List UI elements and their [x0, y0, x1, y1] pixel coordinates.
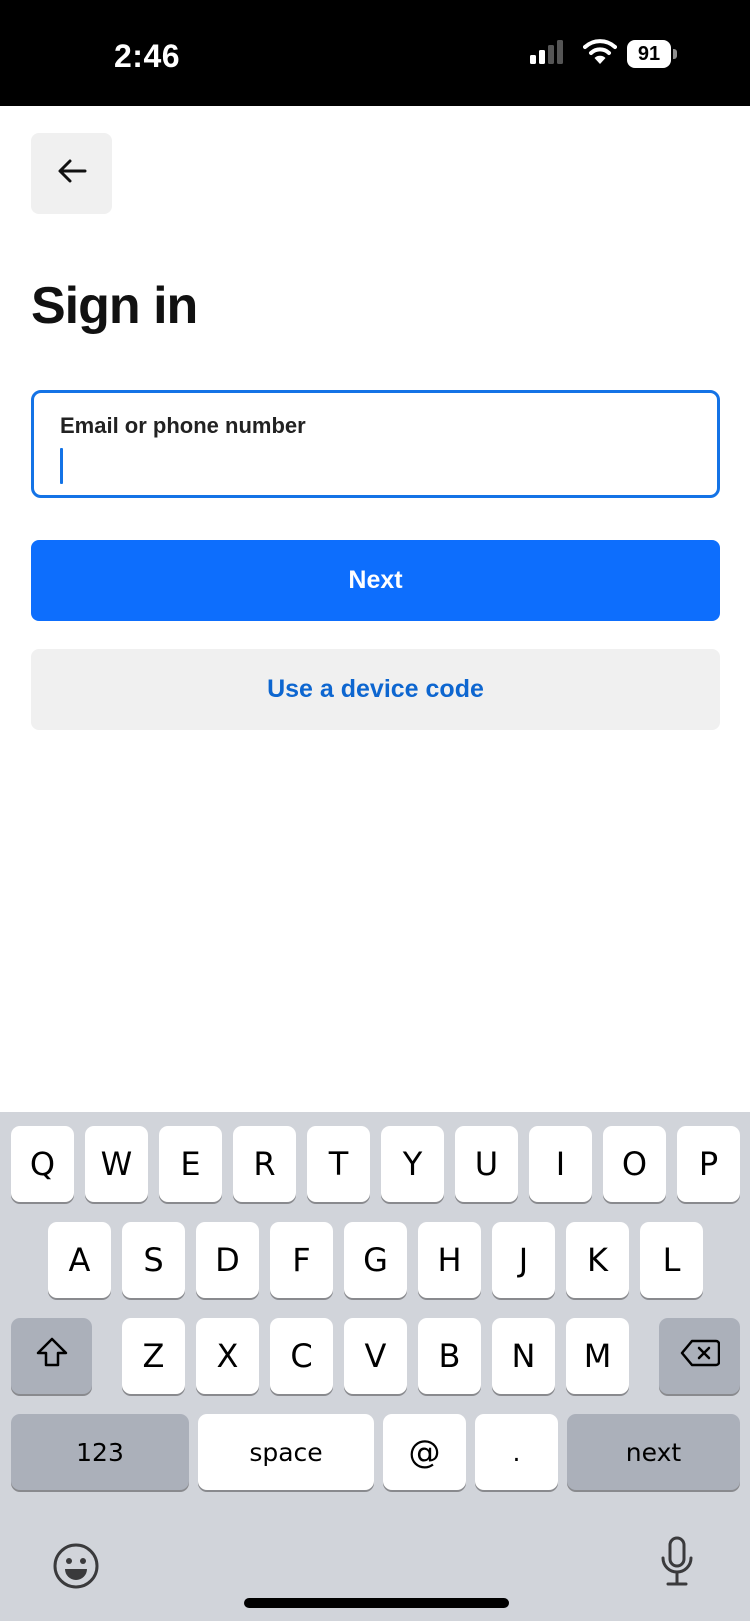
shift-icon — [36, 1337, 68, 1375]
key-e[interactable]: E — [159, 1126, 222, 1202]
key-t[interactable]: T — [307, 1126, 370, 1202]
key-c[interactable]: C — [270, 1318, 333, 1394]
emoji-icon[interactable] — [52, 1542, 100, 1595]
at-key[interactable]: @ — [383, 1414, 466, 1490]
dot-key[interactable]: . — [475, 1414, 558, 1490]
backspace-key[interactable] — [659, 1318, 740, 1394]
key-i[interactable]: I — [529, 1126, 592, 1202]
key-x[interactable]: X — [196, 1318, 259, 1394]
key-b[interactable]: B — [418, 1318, 481, 1394]
home-indicator — [244, 1598, 509, 1608]
key-m[interactable]: M — [566, 1318, 629, 1394]
key-p[interactable]: P — [677, 1126, 740, 1202]
back-button[interactable] — [31, 133, 112, 214]
key-d[interactable]: D — [196, 1222, 259, 1298]
device-code-button[interactable]: Use a device code — [31, 649, 720, 730]
next-return-key[interactable]: next — [567, 1414, 740, 1490]
key-h[interactable]: H — [418, 1222, 481, 1298]
email-field-label: Email or phone number — [60, 413, 306, 438]
keyboard: Q W E R T Y U I O P A S D F G H J K L Z … — [0, 1112, 750, 1621]
battery-tip — [673, 49, 677, 59]
key-r[interactable]: R — [233, 1126, 296, 1202]
cellular-signal-icon — [530, 40, 566, 69]
battery-level: 91 — [627, 40, 671, 68]
key-s[interactable]: S — [122, 1222, 185, 1298]
space-key[interactable]: space — [198, 1414, 374, 1490]
key-u[interactable]: U — [455, 1126, 518, 1202]
microphone-icon[interactable] — [660, 1536, 694, 1593]
numbers-key[interactable]: 123 — [11, 1414, 189, 1490]
key-o[interactable]: O — [603, 1126, 666, 1202]
key-w[interactable]: W — [85, 1126, 148, 1202]
wifi-icon — [583, 37, 617, 70]
status-bar: 2:46 91 — [0, 0, 750, 106]
shift-key[interactable] — [11, 1318, 92, 1394]
key-l[interactable]: L — [640, 1222, 703, 1298]
key-g[interactable]: G — [344, 1222, 407, 1298]
text-caret — [60, 448, 63, 484]
next-button[interactable]: Next — [31, 540, 720, 621]
email-field[interactable]: Email or phone number — [31, 390, 720, 498]
email-input[interactable] — [58, 445, 688, 485]
key-v[interactable]: V — [344, 1318, 407, 1394]
battery-icon: 91 — [627, 40, 677, 68]
sign-in-screen: 2:46 91 Sign in Email or phone number Ne… — [0, 0, 750, 1621]
key-k[interactable]: K — [566, 1222, 629, 1298]
backspace-icon — [680, 1337, 720, 1375]
status-time: 2:46 — [114, 38, 181, 74]
key-z[interactable]: Z — [122, 1318, 185, 1394]
page-title: Sign in — [31, 277, 198, 335]
key-q[interactable]: Q — [11, 1126, 74, 1202]
key-n[interactable]: N — [492, 1318, 555, 1394]
arrow-left-icon — [57, 158, 87, 189]
key-a[interactable]: A — [48, 1222, 111, 1298]
key-f[interactable]: F — [270, 1222, 333, 1298]
key-j[interactable]: J — [492, 1222, 555, 1298]
key-y[interactable]: Y — [381, 1126, 444, 1202]
